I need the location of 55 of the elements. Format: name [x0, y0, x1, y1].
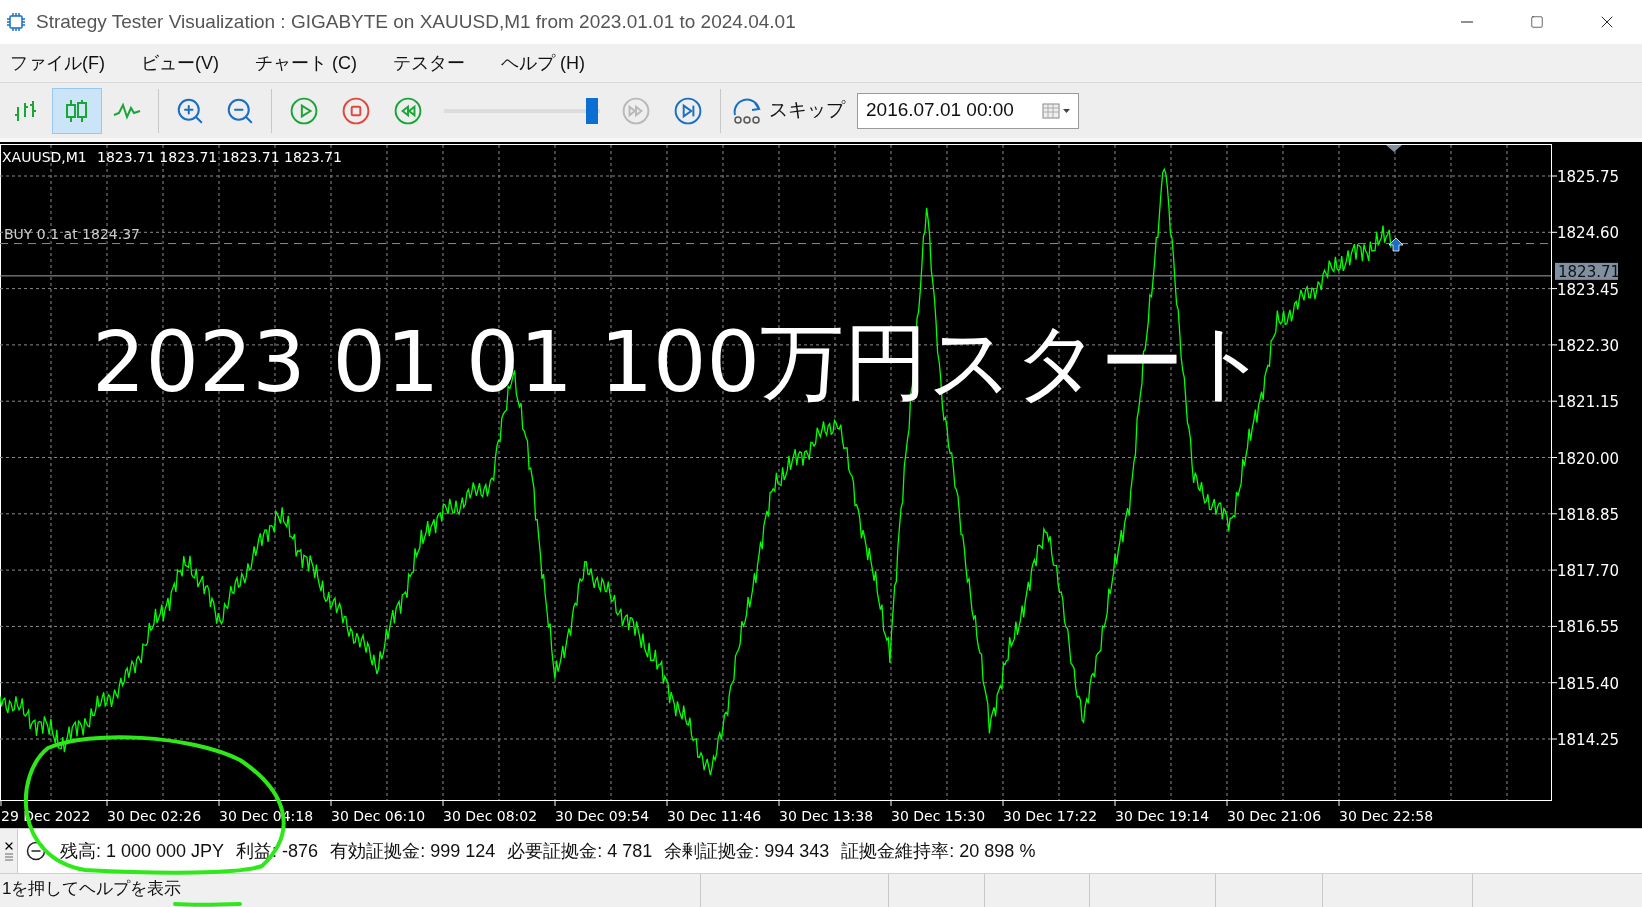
price-axis-label: 1820.00 [1557, 449, 1620, 468]
time-axis-label: 30 Dec 13:38 [779, 808, 874, 824]
status-text: 1を押してヘルプを表示 [1, 878, 183, 900]
account-stat: 有効証拠金: 999 124 [330, 839, 496, 863]
time-axis-label: 30 Dec 02:26 [107, 808, 202, 824]
price-axis-label: 1818.85 [1557, 505, 1620, 524]
skip-to-end-icon [674, 96, 702, 125]
rewind-icon [394, 96, 422, 125]
menu-item[interactable]: ヘルプ (H) [501, 49, 585, 77]
maximize-icon [1530, 15, 1544, 29]
account-stat: 残高: 1 000 000 JPY [60, 839, 225, 863]
time-axis-label: 30 Dec 09:54 [555, 808, 650, 824]
price-axis-label: 1814.25 [1557, 731, 1620, 749]
price-axis-label: 1823.45 [1557, 280, 1620, 299]
time-axis-label: 30 Dec 19:14 [1115, 808, 1210, 824]
skip-button[interactable]: スキップ [727, 87, 849, 134]
stop-icon [342, 96, 370, 125]
time-axis-label: 30 Dec 06:10 [331, 808, 426, 824]
order-label: BUY 0.1 at 1824.37 [4, 226, 140, 242]
grip-icon [4, 852, 13, 862]
price-axis-label: 1817.70 [1557, 562, 1620, 581]
time-axis-label: 30 Dec 08:02 [443, 808, 538, 824]
account-stat: 証拠金維持率: 20 898 % [841, 839, 1036, 863]
symbol-label: XAUUSD,M1 [2, 149, 87, 165]
time-axis-label: 30 Dec 11:46 [667, 808, 762, 824]
date-field[interactable]: 2016.07.01 00:00 [857, 92, 1079, 129]
play-icon [290, 96, 318, 125]
time-axis-label: 30 Dec 15:30 [891, 808, 986, 824]
shift-marker-icon [1386, 145, 1402, 152]
price-axis-label: 1821.15 [1557, 393, 1620, 412]
price-axis-label: 1824.60 [1557, 224, 1620, 243]
chart-mode-button[interactable] [52, 87, 102, 134]
time-axis-label: 30 Dec 22:58 [1339, 808, 1434, 824]
time-axis-label: 30 Dec 21:06 [1227, 808, 1322, 824]
price-axis-label: 1816.55 [1557, 618, 1620, 637]
menu-item[interactable]: テスター [393, 49, 465, 77]
buy-arrow-icon [1388, 237, 1404, 252]
time-axis-label: 30 Dec 17:22 [1003, 808, 1098, 824]
menu-item[interactable]: チャート (C) [255, 49, 357, 77]
menu-item[interactable]: ビュー(V) [141, 49, 219, 77]
chip-icon [6, 12, 26, 32]
candlestick-icon [64, 98, 90, 123]
menu-item[interactable]: ファイル(F) [10, 49, 105, 77]
ohlc-values: 1823.71 1823.71 1823.71 1823.71 [97, 149, 342, 165]
price-axis-label: 1815.40 [1557, 674, 1620, 693]
calendar-icon [1042, 101, 1072, 120]
price-axis-label: 1825.75 [1557, 168, 1620, 186]
price-axis-label: 1822.30 [1557, 336, 1620, 355]
minimize-icon [1461, 21, 1473, 23]
account-stat: 必要証拠金: 4 781 [507, 839, 653, 863]
fast-forward-icon [622, 96, 650, 125]
speed-slider[interactable] [444, 97, 600, 124]
collapse-icon[interactable] [26, 841, 46, 861]
account-stat: 余剰証拠金: 994 343 [664, 839, 830, 863]
window-title: Strategy Tester Visualization : GIGABYTE on XAUUSD,M1 from 2023.01.01 to 2024.04.01 [36, 9, 796, 34]
